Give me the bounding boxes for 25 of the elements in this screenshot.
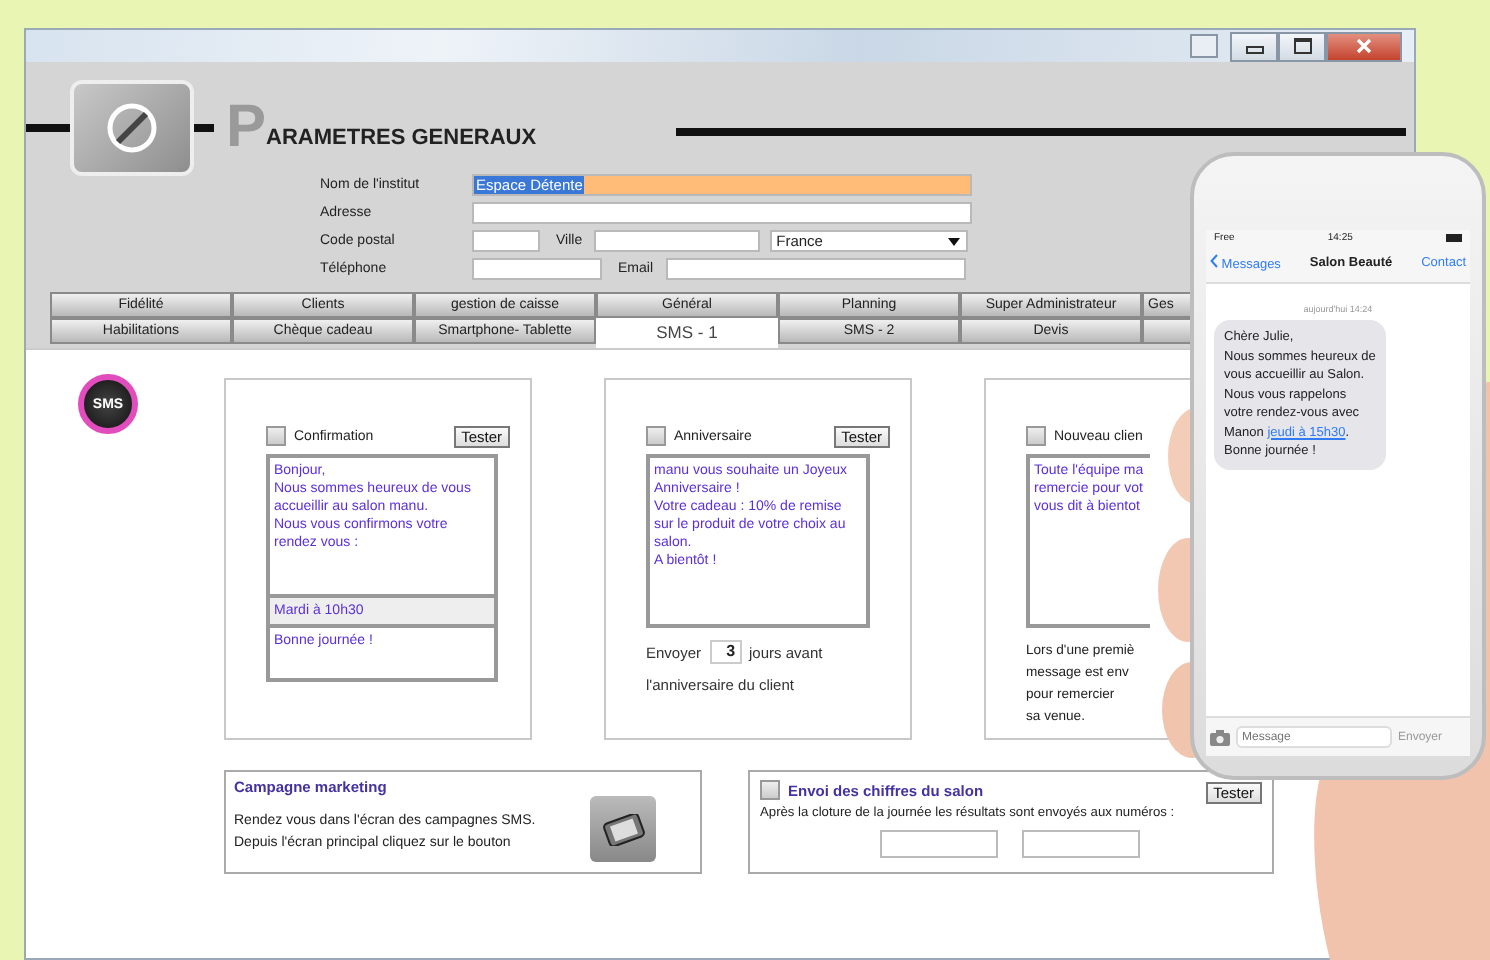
number-field[interactable] xyxy=(880,830,998,858)
camera-icon[interactable] xyxy=(1210,729,1230,745)
checkbox[interactable] xyxy=(1026,426,1046,446)
smartphone-icon[interactable] xyxy=(590,796,656,862)
postal-code-field[interactable] xyxy=(472,230,540,252)
days-field[interactable]: 3 xyxy=(709,640,742,664)
page-title: ARAMETRES GENERAUX xyxy=(266,126,537,150)
maximize-button[interactable] xyxy=(1278,31,1326,61)
checkbox[interactable] xyxy=(760,780,780,800)
chevron-icon[interactable] xyxy=(1210,254,1218,268)
title-initial: P xyxy=(226,98,267,158)
close-button[interactable] xyxy=(1326,31,1402,61)
email-field[interactable] xyxy=(665,258,966,280)
number-field[interactable] xyxy=(1022,830,1140,858)
checkbox[interactable] xyxy=(646,426,666,446)
phone-field[interactable] xyxy=(472,258,602,280)
minimize-button[interactable] xyxy=(1230,31,1278,61)
resize-icon[interactable] xyxy=(1190,34,1218,58)
checkbox[interactable] xyxy=(266,426,286,446)
battery-icon xyxy=(1445,234,1462,242)
close-icon[interactable] xyxy=(1354,38,1374,54)
tab[interactable]: SMS - 1 xyxy=(596,318,778,348)
city-field[interactable] xyxy=(594,230,761,252)
tools-logo-icon xyxy=(70,80,194,176)
address-field[interactable] xyxy=(472,202,972,224)
